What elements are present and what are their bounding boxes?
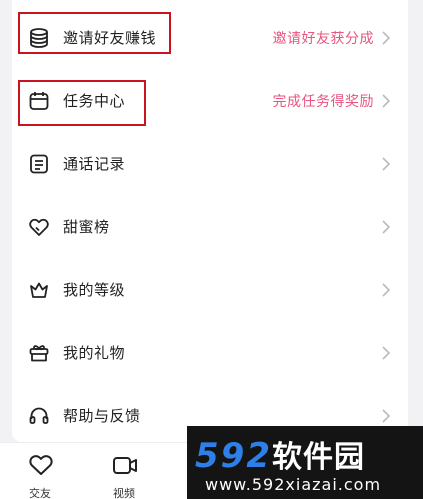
menu-item-label: 通话记录	[63, 155, 126, 173]
menu-item-label: 任务中心	[63, 92, 126, 110]
tab-friends[interactable]: 交友	[10, 447, 70, 499]
document-icon	[28, 153, 50, 175]
chevron-right-icon	[381, 345, 391, 360]
heart-icon	[28, 216, 50, 238]
menu-item-label: 帮助与反馈	[63, 407, 141, 425]
menu-item-invite-friends[interactable]: 邀请好友赚钱 邀请好友获分成	[12, 6, 408, 69]
calendar-icon	[28, 90, 50, 112]
video-camera-icon	[111, 451, 139, 479]
chevron-right-icon	[381, 219, 391, 234]
chevron-right-icon	[381, 156, 391, 171]
tab-label: 交友	[29, 487, 51, 499]
menu-item-label: 我的礼物	[63, 344, 126, 362]
watermark-url: www.592xiazai.com	[205, 475, 382, 494]
menu-item-task-center[interactable]: 任务中心 完成任务得奖励	[12, 69, 408, 132]
menu-item-sweet-ranking[interactable]: 甜蜜榜	[12, 195, 408, 258]
watermark-digits: 592	[195, 436, 272, 476]
site-watermark: 592软件园 www.592xiazai.com	[187, 426, 423, 499]
menu-item-call-records[interactable]: 通话记录	[12, 132, 408, 195]
watermark-text: 软件园	[271, 440, 365, 475]
menu-item-label: 邀请好友赚钱	[63, 29, 157, 47]
coin-stack-icon	[28, 27, 50, 49]
headset-icon	[28, 405, 50, 427]
menu-item-my-gifts[interactable]: 我的礼物	[12, 321, 408, 384]
chevron-right-icon	[381, 282, 391, 297]
menu-item-my-level[interactable]: 我的等级	[12, 258, 408, 321]
menu-item-hint: 邀请好友获分成	[272, 30, 374, 47]
heart-outline-icon	[27, 451, 55, 479]
settings-menu-card: 邀请好友赚钱 邀请好友获分成 任务中心 完成任务得奖励 通话记录 甜蜜榜 我的等…	[12, 0, 408, 442]
gift-icon	[28, 342, 50, 364]
menu-item-hint: 完成任务得奖励	[272, 93, 374, 110]
chevron-right-icon	[381, 30, 391, 45]
tab-label: 视频	[113, 487, 135, 499]
menu-item-label: 甜蜜榜	[63, 218, 110, 236]
chevron-right-icon	[381, 93, 391, 108]
tab-video[interactable]: 视频	[94, 447, 154, 499]
watermark-title: 592软件园	[195, 432, 365, 476]
menu-item-label: 我的等级	[63, 281, 126, 299]
crown-icon	[28, 279, 50, 301]
chevron-right-icon	[381, 408, 391, 423]
